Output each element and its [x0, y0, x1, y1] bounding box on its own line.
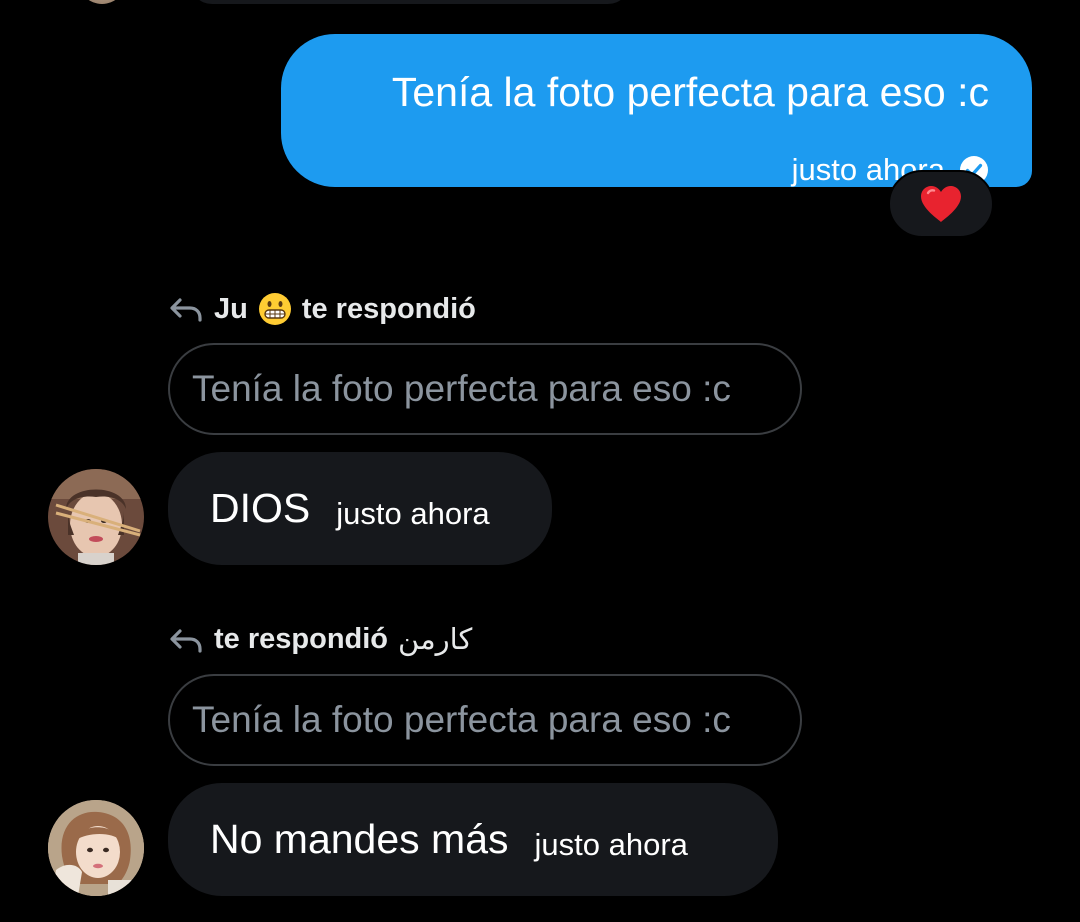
- received-message-timestamp: justo ahora: [534, 826, 688, 862]
- avatar[interactable]: [48, 800, 144, 896]
- quoted-message-text: Tenía la foto perfecta para eso :c: [192, 699, 731, 740]
- avatar[interactable]: [48, 469, 144, 565]
- sent-message-text: Tenía la foto perfecta para eso :c: [391, 69, 989, 115]
- received-message-text: No mandes más: [210, 816, 509, 862]
- reply-header: Ju te respondió: [168, 292, 476, 326]
- received-message-bubble[interactable]: DIOS justo ahora: [168, 452, 552, 565]
- quoted-message-text: Tenía la foto perfecta para eso :c: [192, 368, 731, 409]
- reply-arrow-icon: [168, 626, 204, 654]
- received-message-timestamp: justo ahora: [336, 495, 490, 531]
- avatar-partial[interactable]: [78, 0, 126, 4]
- reply-header-text: te respondió: [214, 623, 389, 655]
- reaction-badge[interactable]: [888, 170, 994, 238]
- quoted-message[interactable]: Tenía la foto perfecta para eso :c: [168, 343, 802, 435]
- reply-arrow-icon: [168, 295, 204, 323]
- quoted-message[interactable]: Tenía la foto perfecta para eso :c: [168, 674, 802, 766]
- received-message-bubble[interactable]: No mandes más justo ahora: [168, 783, 778, 896]
- reply-author-name: Ju: [214, 292, 248, 325]
- reply-header: te respondió كارمن: [168, 622, 472, 657]
- grinning-face-icon: [258, 292, 292, 326]
- reply-header-text: te respondió: [301, 292, 476, 325]
- heart-icon: [919, 184, 963, 224]
- sent-message-bubble[interactable]: Tenía la foto perfecta para eso :c justo…: [281, 34, 1032, 187]
- reply-author-name: كارمن: [398, 624, 473, 656]
- message-bubble-partial[interactable]: [190, 0, 630, 4]
- received-message-text: DIOS: [210, 485, 311, 531]
